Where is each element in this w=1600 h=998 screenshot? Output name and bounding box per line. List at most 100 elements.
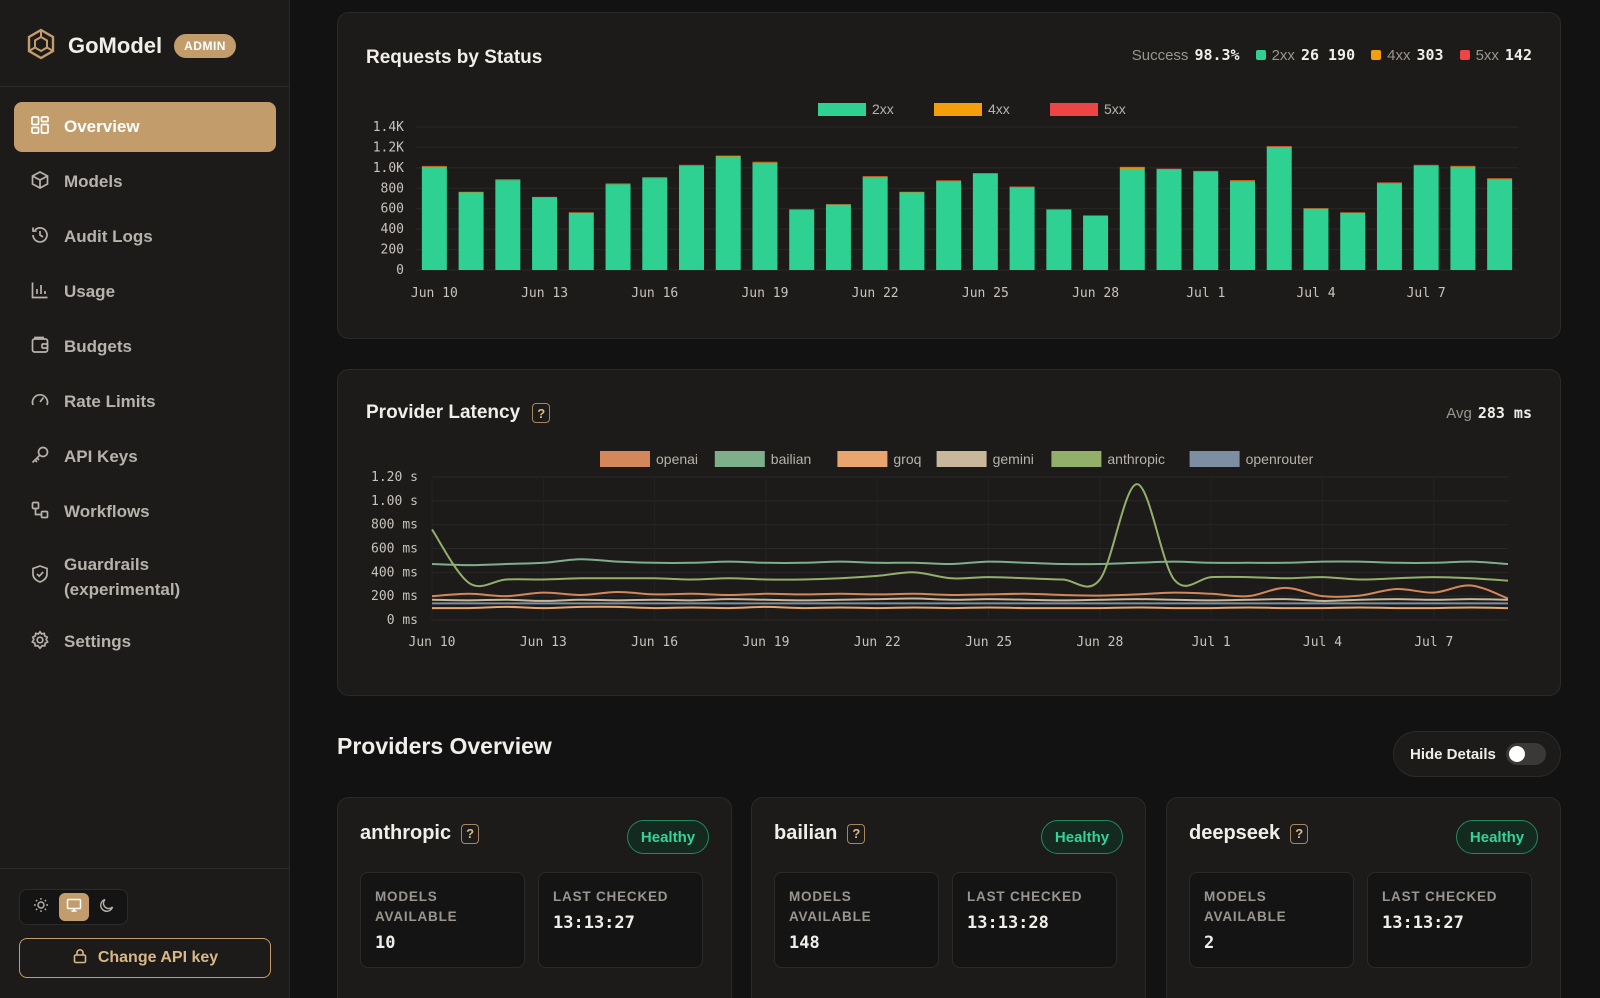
sidebar-item-label: Models xyxy=(64,172,123,191)
bar-2xx xyxy=(1487,179,1513,270)
bar-4xx xyxy=(679,165,704,166)
stat-label-line1: MODELS xyxy=(1204,889,1267,904)
bar-2xx xyxy=(715,156,741,270)
sidebar-item-budgets[interactable]: Budgets xyxy=(14,322,276,372)
series-line-gemini xyxy=(431,597,1509,602)
provider-card-anthropic: anthropic ? Healthy MODELS AVAILABLE 10 L… xyxy=(337,797,732,998)
sidebar-item-api-keys[interactable]: API Keys xyxy=(14,432,276,482)
brand[interactable]: GoModel ADMIN xyxy=(26,28,236,64)
stat-label: LAST CHECKED xyxy=(967,889,1083,904)
bar-4xx xyxy=(495,179,521,181)
stat-value: 148 xyxy=(789,933,820,953)
change-api-key-label: Change API key xyxy=(97,949,219,966)
stat-label-line1: MODELS xyxy=(789,889,852,904)
stat-label: LAST CHECKED xyxy=(553,889,669,904)
toggle-switch[interactable] xyxy=(1506,743,1546,765)
stat-label-line2: AVAILABLE xyxy=(789,909,872,924)
legend-label-5xx: 5xx xyxy=(1104,101,1126,117)
bar-2xx xyxy=(1266,147,1292,270)
lock-icon xyxy=(72,948,88,969)
main-content: Requests by Status Success 98.3% 2xx 26 … xyxy=(290,0,1600,998)
bar-2xx xyxy=(495,180,521,270)
y-tick-label: 800 xyxy=(381,181,404,196)
bar-2xx xyxy=(1230,181,1255,270)
bar-2xx xyxy=(1303,208,1329,270)
models-available-box: MODELS AVAILABLE 148 xyxy=(774,872,939,968)
provider-latency-card: Provider Latency ? Avg 283 ms openai bail… xyxy=(337,369,1561,696)
divider xyxy=(0,868,290,869)
status-badge: Healthy xyxy=(627,820,709,854)
series-line-bailian xyxy=(431,558,1509,567)
stat-value: 13:13:27 xyxy=(553,913,635,933)
provider-name-text: anthropic xyxy=(360,822,452,844)
bar-4xx xyxy=(1413,165,1439,166)
bar-4xx xyxy=(936,180,962,182)
help-icon[interactable]: ? xyxy=(1290,823,1309,844)
last-checked-box: LAST CHECKED 13:13:27 xyxy=(1367,872,1532,968)
sidebar-item-guardrails[interactable]: Guardrails (experimental) xyxy=(14,542,276,612)
bar-4xx xyxy=(715,155,741,157)
legend-label-4xx: 4xx xyxy=(988,101,1010,117)
help-icon[interactable]: ? xyxy=(461,823,480,844)
stat-label: LAST CHECKED xyxy=(1382,889,1498,904)
y-tick-label: 800 ms xyxy=(371,518,418,533)
models-available-box: MODELS AVAILABLE 10 xyxy=(360,872,525,968)
x-tick-label: Jul 4 xyxy=(1303,635,1342,650)
y-tick-label: 0 ms xyxy=(387,613,418,628)
sidebar-item-usage[interactable]: Usage xyxy=(14,267,276,317)
sidebar-item-audit-logs[interactable]: Audit Logs xyxy=(14,212,276,262)
requests-bar-chart: 2xx 4xx 5xx 0 200 400 600 800 1.0K 1.2K 1.4K Jun 10… xyxy=(373,101,1518,301)
stat-value: 13:13:28 xyxy=(967,913,1049,933)
legend-label-2xx: 2xx xyxy=(872,101,894,117)
system-theme-button[interactable] xyxy=(58,893,89,921)
stat-label-line2: AVAILABLE xyxy=(375,909,458,924)
bar-2xx xyxy=(421,166,447,270)
sidebar-item-models[interactable]: Models xyxy=(14,157,276,207)
legend-label-anthropic: anthropic xyxy=(1107,451,1165,467)
y-tick-label: 1.0K xyxy=(373,161,404,176)
bar-2xx xyxy=(679,165,704,270)
sidebar-item-rate-limits[interactable]: Rate Limits xyxy=(14,377,276,427)
bar-4xx xyxy=(1450,166,1476,167)
x-tick-label: Jun 10 xyxy=(411,286,458,301)
admin-badge: ADMIN xyxy=(174,34,236,58)
legend-swatch-anthropic xyxy=(1051,451,1102,467)
sidebar-item-workflows[interactable]: Workflows xyxy=(14,487,276,537)
last-checked-box: LAST CHECKED 13:13:27 xyxy=(538,872,703,968)
x-tick-label: Jun 25 xyxy=(965,635,1012,650)
help-icon[interactable]: ? xyxy=(847,823,866,844)
sidebar-item-overview[interactable]: Overview xyxy=(14,102,276,152)
bar-4xx xyxy=(1230,180,1255,182)
dark-theme-button[interactable] xyxy=(92,893,122,921)
sidebar-item-settings[interactable]: Settings xyxy=(14,617,276,667)
moon-icon xyxy=(99,897,115,918)
bar-4xx xyxy=(1376,182,1402,184)
y-tick-label: 1.2K xyxy=(373,140,404,155)
bar-4xx xyxy=(1119,167,1145,169)
y-tick-label: 1.00 s xyxy=(371,494,418,509)
bar-2xx xyxy=(899,192,925,270)
legend-swatch-4xx xyxy=(934,103,982,116)
x-tick-label: Jun 25 xyxy=(962,286,1009,301)
bar-4xx xyxy=(1487,178,1513,180)
provider-card-deepseek: deepseek ? Healthy MODELS AVAILABLE 2 LAS… xyxy=(1166,797,1561,998)
legend-swatch-groq xyxy=(837,451,888,467)
bar-4xx xyxy=(1009,186,1035,188)
bar-4xx xyxy=(421,166,447,167)
stat-label-line2: AVAILABLE xyxy=(1204,909,1287,924)
provider-name-text: deepseek xyxy=(1189,822,1281,844)
bar-2xx xyxy=(568,212,594,270)
hide-details-toggle[interactable]: Hide Details xyxy=(1393,731,1561,777)
sidebar: GoModel ADMIN Overview Models Audit Logs… xyxy=(0,0,290,998)
legend-label-openai: openai xyxy=(656,451,698,467)
change-api-key-button[interactable]: Change API key xyxy=(19,938,271,978)
bar-4xx xyxy=(1193,171,1219,172)
bar-4xx xyxy=(1156,169,1182,170)
bar-4xx xyxy=(605,183,631,185)
sidebar-item-label: Audit Logs xyxy=(64,227,153,246)
light-theme-button[interactable] xyxy=(26,893,56,921)
guardrails-line1: Guardrails xyxy=(64,555,150,574)
y-tick-label: 200 xyxy=(381,243,404,258)
sidebar-nav: Overview Models Audit Logs Usage Budgets… xyxy=(14,102,276,672)
providers-overview-title: Providers Overview xyxy=(337,733,552,759)
